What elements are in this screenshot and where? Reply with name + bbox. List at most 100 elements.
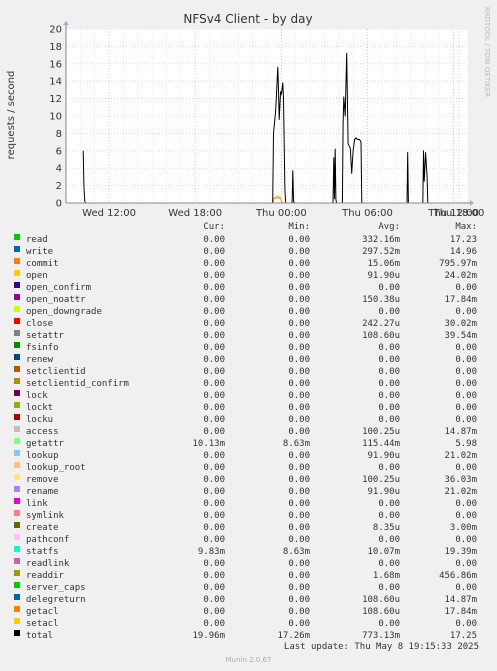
legend-min: 0.00 (288, 403, 310, 413)
legend-max: 21.02m (444, 487, 477, 497)
legend-swatch (14, 270, 20, 276)
legend-min: 0.00 (288, 415, 310, 425)
legend-name: statfs (26, 547, 59, 557)
legend-min: 0.00 (288, 379, 310, 389)
legend-row-lookup-root: lookup_root 0.00 0.00 0.00 0.00 (0, 462, 497, 474)
legend-swatch (14, 474, 20, 480)
legend-avg: 0.00 (378, 355, 400, 365)
legend-name: access (26, 427, 59, 437)
legend-name: link (26, 499, 48, 509)
legend-cur: 0.00 (203, 283, 225, 293)
legend-cur: 0.00 (203, 595, 225, 605)
legend-swatch (14, 282, 20, 288)
legend-min: 0.00 (288, 559, 310, 569)
legend-swatch (14, 630, 20, 636)
legend-avg: 0.00 (378, 283, 400, 293)
legend-row-commit: commit 0.00 0.00 15.06m 795.97m (0, 258, 497, 270)
legend-swatch (14, 450, 20, 456)
legend-row-lockt: lockt 0.00 0.00 0.00 0.00 (0, 402, 497, 414)
legend-swatch (14, 498, 20, 504)
legend-row-renew: renew 0.00 0.00 0.00 0.00 (0, 354, 497, 366)
legend-avg: 108.60u (362, 595, 400, 605)
legend-max: 0.00 (455, 559, 477, 569)
legend-max: 5.98 (455, 439, 477, 449)
legend-avg: 8.35u (372, 523, 400, 533)
legend-row-open: open 0.00 0.00 91.90u 24.02m (0, 270, 497, 282)
legend-row-create: create 0.00 0.00 8.35u 3.00m (0, 522, 497, 534)
legend-max: 14.87m (444, 595, 477, 605)
legend-row-close: close 0.00 0.00 242.27u 30.02m (0, 318, 497, 330)
legend-row-server-caps: server_caps 0.00 0.00 0.00 0.00 (0, 582, 497, 594)
legend-swatch (14, 354, 20, 360)
legend-name: pathconf (26, 535, 70, 545)
legend-header-max: Max: (455, 222, 477, 232)
y-tick-label: 20 (49, 25, 62, 36)
legend-min: 0.00 (288, 511, 310, 521)
legend-max: 17.84m (444, 295, 477, 305)
legend-max: 0.00 (455, 535, 477, 545)
legend: read 0.00 0.00 332.16m 17.23 write 0.00 0.00 297… (0, 234, 497, 642)
y-axis-label: requests / second (6, 71, 17, 160)
rrdtool-side-label: RRDTOOL / TOBI OETIKER (483, 7, 491, 97)
legend-min: 0.00 (288, 619, 310, 629)
legend-avg: 242.27u (362, 319, 400, 329)
legend-name: open_downgrade (26, 307, 102, 317)
legend-max: 36.03m (444, 475, 477, 485)
legend-row-statfs: statfs 9.83m 8.63m 10.07m 19.39m (0, 546, 497, 558)
x-tick-label: Thu 00:00 (255, 208, 307, 219)
legend-max: 0.00 (455, 391, 477, 401)
y-tick-label: 6 (56, 146, 62, 157)
x-tick-label: Wed 18:00 (168, 208, 222, 219)
legend-row-pathconf: pathconf 0.00 0.00 0.00 0.00 (0, 534, 497, 546)
x-axis-arrow (470, 200, 474, 206)
y-tick-label: 16 (49, 59, 62, 70)
legend-max: 795.97m (439, 259, 477, 269)
legend-avg: 0.00 (378, 559, 400, 569)
legend-swatch (14, 390, 20, 396)
legend-cur: 0.00 (203, 307, 225, 317)
legend-name: symlink (26, 511, 64, 521)
legend-cur: 19.96m (192, 631, 225, 641)
legend-name: create (26, 523, 59, 533)
legend-avg: 0.00 (378, 463, 400, 473)
legend-cur: 0.00 (203, 499, 225, 509)
legend-swatch (14, 246, 20, 252)
legend-max: 19.39m (444, 547, 477, 557)
legend-max: 0.00 (455, 583, 477, 593)
legend-min: 0.00 (288, 463, 310, 473)
legend-avg: 0.00 (378, 391, 400, 401)
legend-row-setclientid: setclientid 0.00 0.00 0.00 0.00 (0, 366, 497, 378)
legend-swatch (14, 462, 20, 468)
y-tick-label: 4 (56, 164, 62, 175)
legend-cur: 0.00 (203, 559, 225, 569)
legend-name: write (26, 247, 54, 257)
legend-row-getattr: getattr 10.13m 8.63m 115.44m 5.98 (0, 438, 497, 450)
legend-header: Cur: Min: Avg: Max: (0, 222, 497, 234)
legend-max: 17.25 (449, 631, 477, 641)
legend-cur: 0.00 (203, 247, 225, 257)
legend-cur: 0.00 (203, 295, 225, 305)
legend-min: 0.00 (288, 427, 310, 437)
legend-name: server_caps (26, 583, 86, 593)
legend-swatch (14, 534, 20, 540)
legend-max: 30.02m (444, 319, 477, 329)
legend-cur: 0.00 (203, 271, 225, 281)
legend-name: total (26, 631, 54, 641)
legend-avg: 108.60u (362, 607, 400, 617)
legend-max: 24.02m (444, 271, 477, 281)
y-tick-label: 2 (56, 181, 62, 192)
legend-row-setattr: setattr 0.00 0.00 108.60u 39.54m (0, 330, 497, 342)
legend-min: 0.00 (288, 355, 310, 365)
legend-cur: 0.00 (203, 463, 225, 473)
legend-cur: 0.00 (203, 235, 225, 245)
legend-avg: 773.13m (362, 631, 400, 641)
legend-min: 0.00 (288, 259, 310, 269)
legend-row-symlink: symlink 0.00 0.00 0.00 0.00 (0, 510, 497, 522)
legend-cur: 0.00 (203, 511, 225, 521)
legend-swatch (14, 438, 20, 444)
legend-min: 0.00 (288, 523, 310, 533)
legend-avg: 1.68m (372, 571, 400, 581)
legend-min: 0.00 (288, 343, 310, 353)
legend-name: setacl (26, 619, 59, 629)
legend-cur: 0.00 (203, 475, 225, 485)
